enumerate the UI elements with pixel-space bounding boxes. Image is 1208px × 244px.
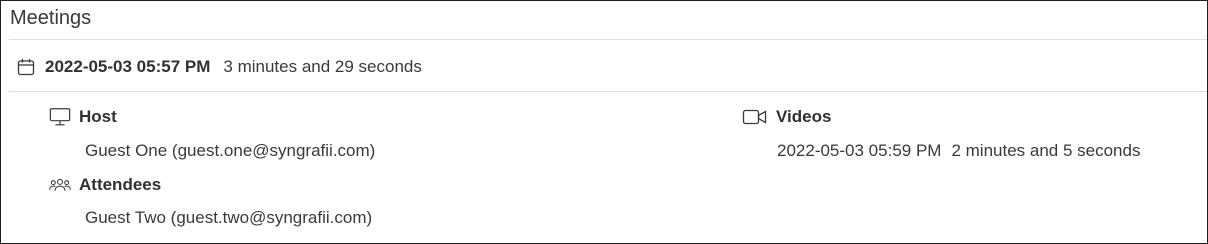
attendees-label: Attendees xyxy=(79,175,162,194)
attendees-heading: Attendees xyxy=(49,173,161,197)
monitor-icon xyxy=(49,106,71,128)
videos-label: Videos xyxy=(776,107,832,126)
host-heading: Host xyxy=(49,105,117,129)
video-item[interactable]: 2022-05-03 05:59 PM 2 minutes and 5 secon… xyxy=(777,141,1140,161)
meetings-panel: Meetings 2022-05-03 05:57 PM 3 minutes a… xyxy=(0,0,1208,244)
section-title: Meetings xyxy=(10,7,92,29)
video-camera-icon xyxy=(742,106,768,128)
video-duration: 2 minutes and 5 seconds xyxy=(951,141,1141,160)
videos-heading: Videos xyxy=(742,105,831,129)
meeting-duration: 3 minutes and 29 seconds xyxy=(223,57,422,76)
people-icon xyxy=(49,174,71,196)
calendar-icon xyxy=(15,56,37,78)
meeting-date: 2022-05-03 05:57 PM xyxy=(45,57,211,76)
video-date: 2022-05-03 05:59 PM xyxy=(777,141,942,160)
divider xyxy=(9,91,1207,92)
host-value: Guest One (guest.one@syngrafii.com) xyxy=(85,141,376,160)
host-label: Host xyxy=(79,107,117,126)
meeting-row[interactable]: 2022-05-03 05:57 PM 3 minutes and 29 sec… xyxy=(15,54,422,80)
attendee-value: Guest Two (guest.two@syngrafii.com) xyxy=(85,208,373,227)
divider xyxy=(9,39,1207,40)
